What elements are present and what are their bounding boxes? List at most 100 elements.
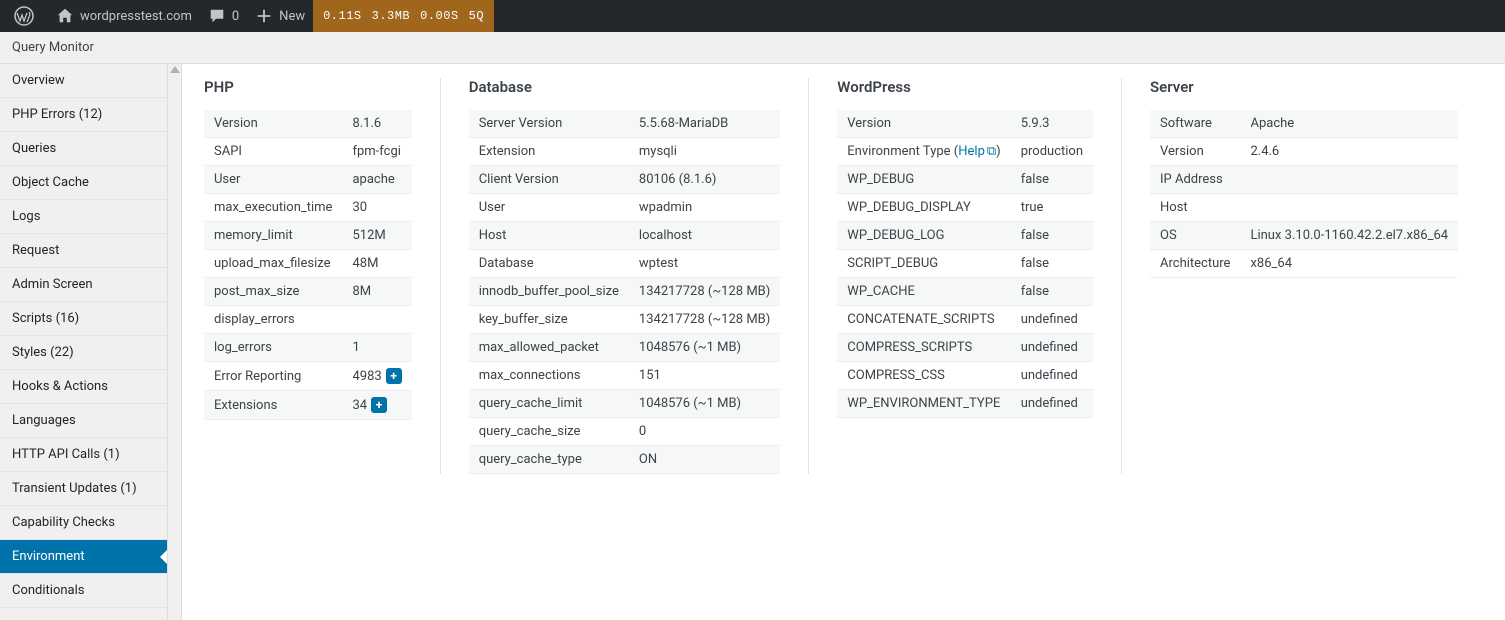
table-row: SAPIfpm-fcgi: [204, 138, 412, 166]
sidebar-item-http-api-calls-1[interactable]: HTTP API Calls (1): [0, 438, 167, 472]
row-value: 30: [342, 194, 411, 222]
row-key: Client Version: [469, 166, 629, 194]
table-row: WP_DEBUG_DISPLAYtrue: [837, 194, 1093, 222]
expand-badge[interactable]: +: [386, 368, 402, 384]
scroll-up-icon: [170, 66, 180, 73]
sidebar-item-languages[interactable]: Languages: [0, 404, 167, 438]
table-row: WP_DEBUG_LOGfalse: [837, 222, 1093, 250]
qm-time: 0.11S: [323, 9, 362, 23]
table-row: memory_limit512M: [204, 222, 412, 250]
comment-icon: [208, 7, 226, 25]
row-value: false: [1011, 166, 1093, 194]
sidebar-item-object-cache[interactable]: Object Cache: [0, 166, 167, 200]
row-key: WP_DEBUG: [837, 166, 1010, 194]
table-row: SoftwareApache: [1150, 110, 1458, 138]
sidebar-item-php-errors-12[interactable]: PHP Errors (12): [0, 98, 167, 132]
database-panel: Database Server Version5.5.68-MariaDBExt…: [469, 78, 810, 474]
site-name: wordpresstest.com: [80, 9, 192, 24]
sidebar-item-transient-updates-1[interactable]: Transient Updates (1): [0, 472, 167, 506]
table-row: WP_ENVIRONMENT_TYPEundefined: [837, 390, 1093, 418]
row-value: 1: [342, 334, 411, 362]
row-value: Linux 3.10.0-1160.42.2.el7.x86_64: [1240, 222, 1458, 250]
table-row: Host: [1150, 194, 1458, 222]
row-key: Extension: [469, 138, 629, 166]
sidebar-item-conditionals[interactable]: Conditionals: [0, 574, 167, 608]
panel-title-text: Query Monitor: [12, 40, 94, 55]
external-icon: ⧉: [987, 144, 996, 159]
row-value: 5.5.68-MariaDB: [629, 110, 780, 138]
row-key: COMPRESS_CSS: [837, 362, 1010, 390]
row-key: log_errors: [204, 334, 342, 362]
site-link[interactable]: wordpresstest.com: [48, 0, 200, 32]
expand-badge[interactable]: +: [371, 397, 387, 413]
sidebar-item-scripts-16[interactable]: Scripts (16): [0, 302, 167, 336]
php-table: Version8.1.6SAPIfpm-fcgiUserapachemax_ex…: [204, 110, 412, 420]
table-row: Server Version5.5.68-MariaDB: [469, 110, 781, 138]
sidebar-item-hooks-actions[interactable]: Hooks & Actions: [0, 370, 167, 404]
row-key: WP_DEBUG_DISPLAY: [837, 194, 1010, 222]
sidebar-item-queries[interactable]: Queries: [0, 132, 167, 166]
row-value: fpm-fcgi: [342, 138, 411, 166]
row-value: 48M: [342, 250, 411, 278]
table-row: Version5.9.3: [837, 110, 1093, 138]
table-row: Client Version80106 (8.1.6): [469, 166, 781, 194]
sidebar-item-admin-screen[interactable]: Admin Screen: [0, 268, 167, 302]
table-row: Architecturex86_64: [1150, 250, 1458, 278]
sidebar-item-environment[interactable]: Environment: [0, 540, 167, 574]
table-row: WP_CACHEfalse: [837, 278, 1093, 306]
help-link[interactable]: Help: [958, 144, 985, 159]
row-value: apache: [342, 166, 411, 194]
table-row: COMPRESS_CSSundefined: [837, 362, 1093, 390]
row-value: false: [1011, 278, 1093, 306]
table-row: Hostlocalhost: [469, 222, 781, 250]
sidebar-item-overview[interactable]: Overview: [0, 64, 167, 98]
table-row: IP Address: [1150, 166, 1458, 194]
table-row: key_buffer_size134217728 (~128 MB): [469, 306, 781, 334]
row-value: x86_64: [1240, 250, 1458, 278]
php-heading: PHP: [204, 78, 412, 96]
main-wrap: OverviewPHP Errors (12)QueriesObject Cac…: [0, 64, 1505, 620]
database-heading: Database: [469, 78, 781, 96]
row-key: WP_CACHE: [837, 278, 1010, 306]
sidebar-item-request[interactable]: Request: [0, 234, 167, 268]
row-key: SCRIPT_DEBUG: [837, 250, 1010, 278]
wordpress-table: Version5.9.3Environment Type (Help ⧉)pro…: [837, 110, 1093, 418]
sidebar-item-logs[interactable]: Logs: [0, 200, 167, 234]
sidebar-item-capability-checks[interactable]: Capability Checks: [0, 506, 167, 540]
row-value: 1048576 (~1 MB): [629, 334, 780, 362]
plus-icon: [255, 7, 273, 25]
table-row: post_max_size8M: [204, 278, 412, 306]
new-link[interactable]: New: [247, 0, 313, 32]
wp-logo[interactable]: [6, 0, 48, 32]
qm-stats[interactable]: 0.11S 3.3MB 0.00S 5Q: [313, 0, 494, 32]
row-value: 134217728 (~128 MB): [629, 278, 780, 306]
qm-memory: 3.3MB: [372, 9, 411, 23]
server-panel: Server SoftwareApacheVersion2.4.6IP Addr…: [1150, 78, 1458, 474]
row-key: max_execution_time: [204, 194, 342, 222]
sidebar-item-styles-22[interactable]: Styles (22): [0, 336, 167, 370]
wordpress-panel: WordPress Version5.9.3Environment Type (…: [837, 78, 1122, 474]
scrollbar[interactable]: [168, 64, 182, 620]
row-value: false: [1011, 222, 1093, 250]
row-value: production: [1011, 138, 1093, 166]
row-value: 8M: [342, 278, 411, 306]
row-value: undefined: [1011, 334, 1093, 362]
table-row: query_cache_typeON: [469, 446, 781, 474]
row-value: undefined: [1011, 390, 1093, 418]
table-row: Userapache: [204, 166, 412, 194]
row-key: display_errors: [204, 306, 342, 334]
table-row: CONCATENATE_SCRIPTSundefined: [837, 306, 1093, 334]
row-value: [342, 306, 411, 334]
row-value: 1048576 (~1 MB): [629, 390, 780, 418]
row-key: Database: [469, 250, 629, 278]
row-key: query_cache_type: [469, 446, 629, 474]
row-value: 151: [629, 362, 780, 390]
row-key: max_allowed_packet: [469, 334, 629, 362]
row-key: Error Reporting: [204, 362, 342, 391]
sidebar: OverviewPHP Errors (12)QueriesObject Cac…: [0, 64, 168, 620]
comments-link[interactable]: 0: [200, 0, 247, 32]
row-key: WP_DEBUG_LOG: [837, 222, 1010, 250]
row-key: innodb_buffer_pool_size: [469, 278, 629, 306]
row-key: max_connections: [469, 362, 629, 390]
table-row: query_cache_limit1048576 (~1 MB): [469, 390, 781, 418]
